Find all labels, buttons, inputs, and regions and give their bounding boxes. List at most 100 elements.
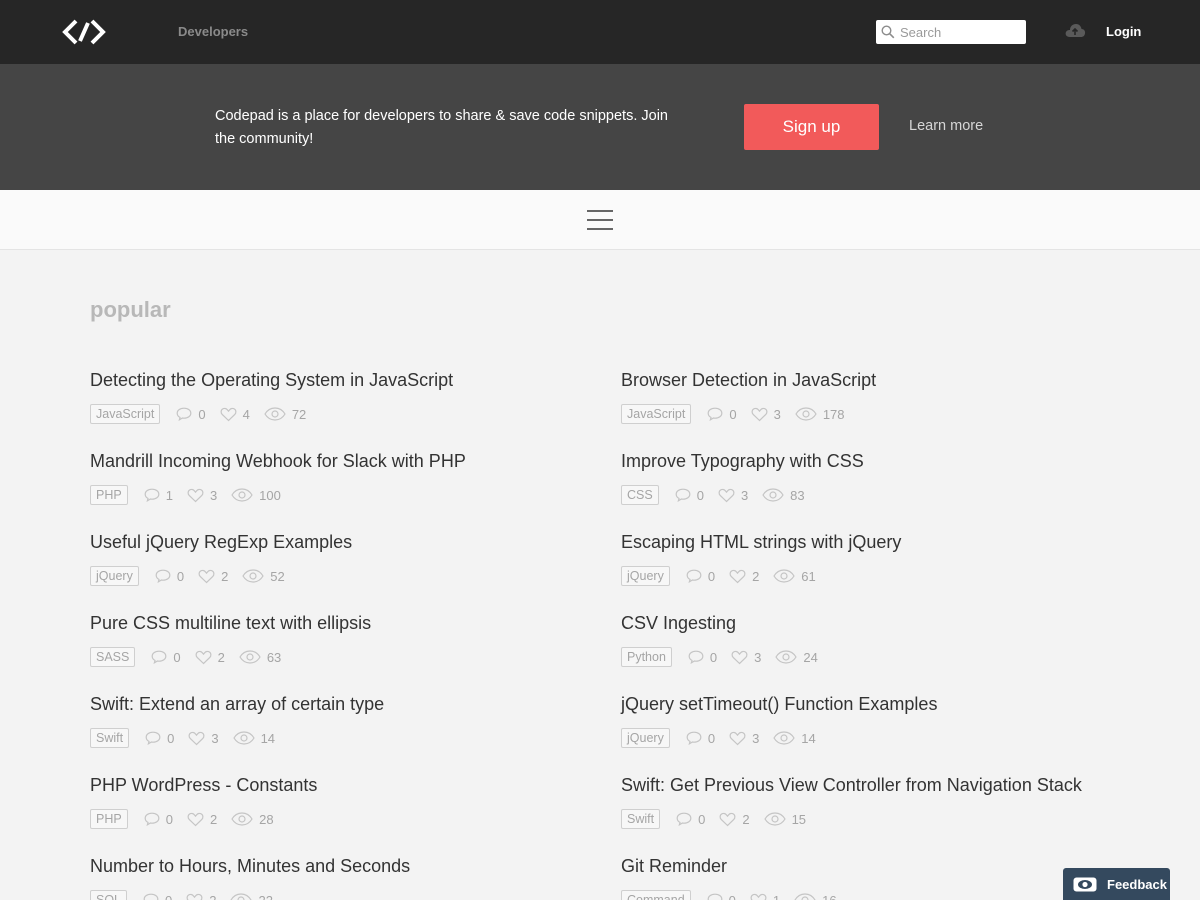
- snippet-title-link[interactable]: jQuery setTimeout() Function Examples: [621, 692, 1131, 716]
- language-tag[interactable]: SQL: [90, 890, 128, 900]
- snippet-item: Git Reminder Command 0 1 16: [621, 854, 1131, 900]
- comment-count: 0: [151, 650, 181, 665]
- snippet-title-link[interactable]: Git Reminder: [621, 854, 1131, 878]
- search-input[interactable]: [900, 23, 1020, 41]
- heart-icon: [719, 812, 736, 826]
- heart-icon: [750, 893, 767, 900]
- language-tag[interactable]: Python: [621, 647, 672, 667]
- snippet-title-link[interactable]: Improve Typography with CSS: [621, 449, 1131, 473]
- like-count[interactable]: 3: [751, 407, 781, 422]
- language-tag[interactable]: JavaScript: [90, 404, 161, 424]
- snippet-item: PHP WordPress - Constants PHP 0 2 28: [90, 773, 600, 854]
- snippet-meta: Swift 0 2 15: [621, 809, 1131, 829]
- like-count[interactable]: 2: [195, 650, 225, 665]
- eye-icon: [763, 812, 786, 826]
- view-count: 100: [231, 488, 281, 503]
- like-count[interactable]: 2: [186, 893, 216, 900]
- language-tag[interactable]: jQuery: [621, 566, 670, 586]
- comment-count-value: 0: [176, 568, 185, 584]
- like-count[interactable]: 2: [719, 812, 750, 827]
- comment-count-value: 0: [729, 406, 737, 422]
- comment-count-value: 0: [167, 730, 175, 746]
- language-tag[interactable]: PHP: [90, 809, 128, 829]
- eye-icon: [239, 650, 261, 664]
- eye-icon: [230, 893, 253, 900]
- snippet-item: Detecting the Operating System in JavaSc…: [90, 368, 600, 449]
- snippet-meta: jQuery 0 3 14: [621, 728, 1131, 748]
- snippet-meta: Command 0 1 16: [621, 890, 1131, 900]
- view-count: 16: [794, 893, 837, 900]
- snippet-title-link[interactable]: Useful jQuery RegExp Examples: [90, 530, 600, 554]
- view-count-value: 28: [259, 811, 274, 827]
- comment-count-value: 0: [707, 730, 716, 746]
- language-tag[interactable]: Swift: [90, 728, 130, 748]
- like-count-value: 4: [242, 406, 250, 422]
- language-tag[interactable]: JavaScript: [621, 404, 692, 424]
- snippet-title-link[interactable]: Number to Hours, Minutes and Seconds: [90, 854, 600, 878]
- snippet-item: CSV Ingesting Python 0 3 24: [621, 611, 1131, 692]
- nav-developers-link[interactable]: Developers: [178, 24, 248, 39]
- search-box[interactable]: [876, 20, 1026, 44]
- view-count: 178: [795, 407, 845, 422]
- like-count[interactable]: 3: [731, 650, 761, 665]
- snippet-item: Useful jQuery RegExp Examples jQuery 0 2 52: [90, 530, 600, 611]
- like-count[interactable]: 2: [729, 569, 759, 584]
- view-count-value: 15: [791, 811, 807, 827]
- section-title: popular: [90, 297, 171, 322]
- signup-banner: Codepad is a place for developers to sha…: [0, 64, 1200, 190]
- learn-more-link[interactable]: Learn more: [909, 118, 983, 134]
- feedback-eye-icon: [1073, 877, 1097, 892]
- snippet-item: Escaping HTML strings with jQuery jQuery 0…: [621, 530, 1131, 611]
- like-count[interactable]: 3: [188, 731, 219, 746]
- snippet-item: Pure CSS multiline text with ellipsis SAS…: [90, 611, 600, 692]
- cloud-upload-icon[interactable]: [1064, 22, 1086, 38]
- snippet-title-link[interactable]: Pure CSS multiline text with ellipsis: [90, 611, 600, 635]
- snippet-title-link[interactable]: Swift: Get Previous View Controller from…: [621, 773, 1131, 797]
- language-tag[interactable]: jQuery: [621, 728, 670, 748]
- like-count-value: 2: [752, 568, 760, 584]
- hamburger-menu-icon[interactable]: [587, 210, 613, 230]
- like-count[interactable]: 3: [729, 731, 759, 746]
- language-tag[interactable]: Swift: [621, 809, 661, 829]
- eye-icon: [232, 731, 255, 745]
- snippet-title-link[interactable]: Mandrill Incoming Webhook for Slack with…: [90, 449, 600, 473]
- snippet-item: Improve Typography with CSS CSS 0 3 83: [621, 449, 1131, 530]
- comment-count-value: 0: [198, 406, 206, 422]
- heart-icon: [751, 407, 768, 421]
- snippet-title-link[interactable]: Swift: Extend an array of certain type: [90, 692, 600, 716]
- like-count-value: 2: [221, 568, 229, 584]
- heart-icon: [187, 488, 204, 502]
- snippet-title-link[interactable]: Browser Detection in JavaScript: [621, 368, 1131, 392]
- heart-icon: [718, 488, 735, 502]
- like-count[interactable]: 1: [750, 893, 780, 900]
- language-tag[interactable]: SASS: [90, 647, 136, 667]
- snippet-title-link[interactable]: Detecting the Operating System in JavaSc…: [90, 368, 600, 392]
- like-count[interactable]: 3: [187, 488, 217, 503]
- signup-button[interactable]: Sign up: [744, 104, 879, 150]
- snippet-meta: Swift 0 3 14: [90, 728, 600, 748]
- like-count[interactable]: 3: [718, 488, 748, 503]
- comment-icon: [686, 731, 702, 745]
- heart-icon: [729, 569, 746, 583]
- codepad-logo-icon[interactable]: [62, 19, 106, 45]
- heart-icon: [729, 731, 746, 745]
- comment-count-value: 0: [707, 568, 716, 584]
- snippet-title-link[interactable]: CSV Ingesting: [621, 611, 1131, 635]
- login-link[interactable]: Login: [1106, 24, 1141, 39]
- snippet-meta: SASS 0 2 63: [90, 647, 600, 667]
- feedback-button[interactable]: Feedback: [1063, 868, 1170, 900]
- comment-count-value: 0: [165, 811, 173, 827]
- comment-icon: [676, 812, 692, 826]
- language-tag[interactable]: PHP: [90, 485, 128, 505]
- language-tag[interactable]: CSS: [621, 485, 659, 505]
- like-count[interactable]: 2: [187, 812, 217, 827]
- language-tag[interactable]: Command: [621, 890, 691, 900]
- snippet-title-link[interactable]: PHP WordPress - Constants: [90, 773, 600, 797]
- comment-count: 0: [176, 406, 206, 422]
- like-count[interactable]: 2: [198, 569, 228, 584]
- like-count[interactable]: 4: [220, 407, 250, 422]
- snippet-title-link[interactable]: Escaping HTML strings with jQuery: [621, 530, 1131, 554]
- language-tag[interactable]: jQuery: [90, 566, 139, 586]
- comment-count: 0: [707, 406, 737, 422]
- view-count-value: 178: [822, 406, 845, 422]
